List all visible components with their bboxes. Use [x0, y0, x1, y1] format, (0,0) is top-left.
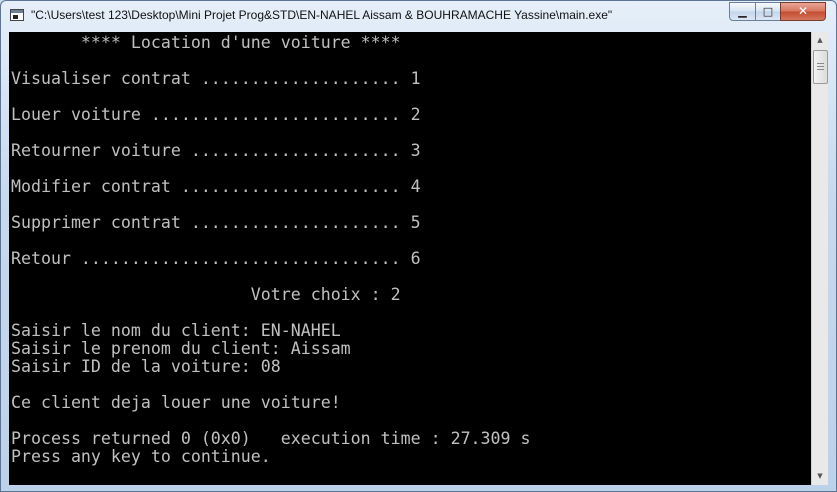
vertical-scrollbar[interactable]: ▲ ▼ [811, 32, 828, 485]
title-bar[interactable]: "C:\Users\test 123\Desktop\Mini Projet P… [1, 1, 836, 32]
arrow-down-icon: ▼ [817, 472, 823, 480]
console-window: "C:\Users\test 123\Desktop\Mini Projet P… [0, 0, 837, 492]
process-return-line: Process returned 0 (0x0) execution time … [11, 429, 531, 448]
menu-option-supprimer: Supprimer contrat ..................... … [11, 213, 421, 232]
menu-header: **** Location d'une voiture **** [11, 33, 401, 52]
scroll-thumb[interactable] [813, 50, 828, 84]
maximize-button[interactable]: □ [755, 2, 781, 21]
grip-line [817, 66, 824, 67]
menu-option-retourner: Retourner voiture ..................... … [11, 141, 421, 160]
window-title: "C:\Users\test 123\Desktop\Mini Projet P… [31, 8, 613, 22]
grip-line [817, 69, 824, 70]
minimize-icon: ▁ [738, 5, 747, 18]
scroll-up-button[interactable]: ▲ [812, 32, 828, 49]
menu-option-modifier: Modifier contrat ...................... … [11, 177, 421, 196]
client-name-line: Saisir le nom du client: EN-NAHEL [11, 321, 341, 340]
car-id-line: Saisir ID de la voiture: 08 [11, 357, 281, 376]
console-area[interactable]: **** Location d'une voiture **** Visuali… [9, 32, 828, 485]
console-output: **** Location d'une voiture **** Visuali… [11, 32, 811, 485]
minimize-button[interactable]: ▁ [729, 2, 756, 21]
close-icon: ✕ [797, 4, 809, 18]
maximize-icon: □ [762, 5, 774, 18]
error-message: Ce client deja louer une voiture! [11, 393, 341, 412]
arrow-up-icon: ▲ [817, 36, 823, 44]
client-firstname-line: Saisir le prenom du client: Aissam [11, 339, 351, 358]
scroll-down-button[interactable]: ▼ [812, 468, 828, 485]
grip-line [817, 63, 824, 64]
menu-option-visualiser: Visualiser contrat .................... … [11, 69, 421, 88]
menu-option-retour: Retour ................................ … [11, 249, 421, 268]
close-button[interactable]: ✕ [780, 2, 826, 21]
menu-option-louer: Louer voiture ......................... … [11, 105, 421, 124]
choice-prompt: Votre choix : 2 [11, 285, 401, 304]
press-any-key-line: Press any key to continue. [11, 447, 271, 466]
console-app-icon[interactable] [10, 9, 24, 21]
